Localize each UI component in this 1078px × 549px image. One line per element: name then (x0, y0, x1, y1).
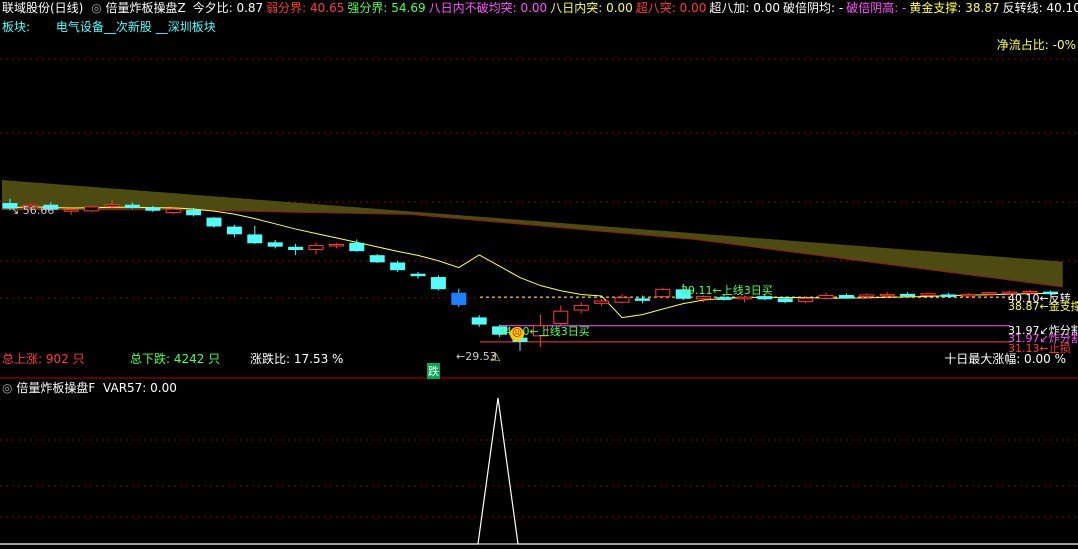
net-flow-ratio: 净流占比: -0% (996, 38, 1076, 52)
header-item: 反转线: 40.10 (1002, 1, 1078, 15)
candle-body (186, 209, 202, 216)
drop-marker: 跌 (427, 363, 440, 379)
candle-body (369, 255, 385, 263)
stock-name[interactable]: 联域股份(日线) (2, 1, 83, 15)
kline-chart[interactable] (0, 0, 1078, 549)
candle-body (573, 305, 589, 311)
ten-day-max-gain: 十日最大涨幅: 0.00 % (944, 352, 1066, 366)
candle-body (900, 293, 916, 297)
candle-body (328, 243, 344, 247)
header-bar: 联域股份(日线) ◎ 倍量炸板操盘Z 今夕比: 0.87 弱分界: 40.65 强分… (2, 1, 1078, 15)
header-item: 黄金支撑: 38.87 (909, 1, 1000, 15)
candle-body (777, 298, 793, 303)
header-item: 超八加: 0.00 (709, 1, 780, 15)
header-item: 今夕比: 0.87 (192, 1, 264, 15)
candle-body (471, 317, 487, 325)
candle-body (288, 246, 304, 251)
candle-body (206, 217, 222, 227)
peak-warning-icon: ⚠ (490, 350, 501, 364)
candle-body (940, 294, 956, 297)
header-item: 八日内不破均突: 0.00 (428, 1, 548, 15)
candle-body (961, 293, 977, 297)
candle-body (451, 292, 467, 305)
sector-list[interactable]: 电气设备__次新股 __深圳板块 (56, 20, 216, 34)
candle-body (145, 207, 161, 211)
candle-body (165, 208, 181, 214)
candle-body (84, 206, 100, 212)
candle-body (104, 204, 120, 207)
candle-body (920, 293, 936, 296)
candle-body (818, 294, 834, 299)
candle-body (410, 273, 426, 277)
high-price-label: ↘ 56.66 (10, 204, 55, 217)
candle-body (981, 292, 997, 295)
candle-body (124, 204, 140, 208)
candle-body (553, 310, 569, 325)
candle-body (655, 288, 671, 298)
var57-line (0, 397, 1078, 545)
indicator-name[interactable]: 倍量炸板操盘Z (106, 1, 186, 15)
candle-body (226, 226, 242, 235)
sub-indicator-name[interactable]: 倍量炸板操盘F (16, 381, 95, 395)
candle-body (349, 242, 365, 252)
candle-body (798, 297, 814, 303)
settings-icon[interactable]: ◎ (91, 1, 101, 15)
sub-indicator-header: ◎ 倍量炸板操盘F VAR57: 0.00 (2, 381, 177, 395)
var57-value: VAR57: 0.00 (103, 381, 177, 395)
candle-body (430, 277, 446, 290)
header-item: 八日内突: 0.00 (550, 1, 633, 15)
candle-body (63, 209, 79, 212)
header-item: 超八突: 0.00 (635, 1, 707, 15)
header-item: 破倍阴均: - (782, 1, 844, 15)
sector-row: 板块: 电气设备__次新股 __深圳板块 (2, 20, 216, 34)
candle-body (634, 298, 650, 301)
resistance-band (2, 180, 1063, 287)
candle-body (838, 294, 854, 299)
total-up: 总上涨: 902 只 (2, 352, 85, 366)
candle-body (614, 297, 630, 303)
candle-body (308, 245, 324, 251)
sub-settings-icon[interactable]: ◎ (2, 381, 12, 395)
candle-body (879, 293, 895, 297)
sector-label: 板块: (2, 20, 31, 34)
candle-body (859, 294, 875, 298)
candle-body (390, 262, 406, 271)
candle-body (267, 242, 283, 247)
header-item: 破倍阴高: - (846, 1, 907, 15)
signal-face-icon: ☹ (510, 327, 524, 341)
total-down: 总下跌: 4242 只 (130, 352, 221, 366)
candle-body (247, 234, 263, 244)
header-item: 强分界: 54.69 (347, 1, 426, 15)
gold-support-label: 38.87←金支撑 (1008, 300, 1078, 313)
header-item: 弱分界: 40.65 (266, 1, 345, 15)
buy-signal-1: 39.11←上线3日买 (681, 284, 773, 297)
up-down-ratio: 涨跌比: 17.53 % (250, 352, 344, 366)
candle-body (594, 300, 610, 304)
